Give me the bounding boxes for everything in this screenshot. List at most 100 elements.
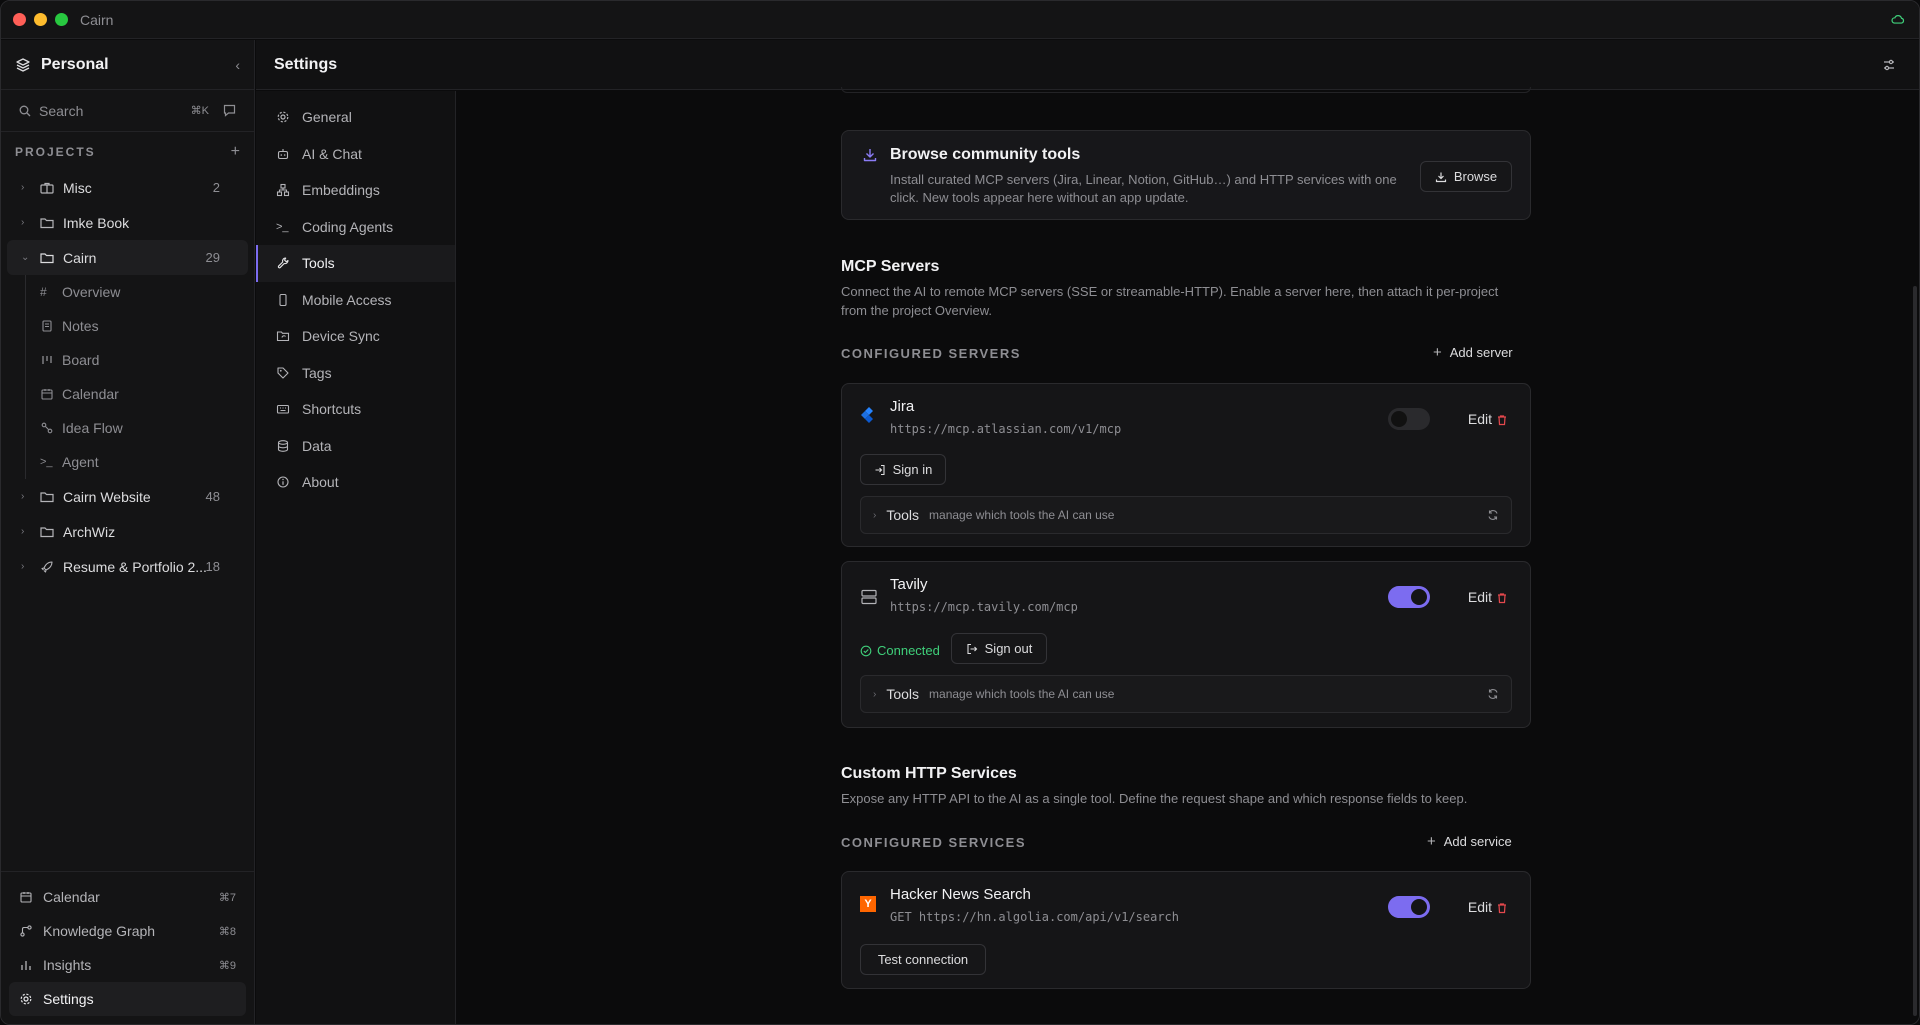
subpage-board[interactable]: Board bbox=[26, 343, 254, 377]
nav-label: Device Sync bbox=[302, 328, 380, 345]
project-cairn[interactable]: ⌄ Cairn 29 bbox=[7, 240, 248, 275]
settings-nav-mobile-access[interactable]: Mobile Access bbox=[256, 282, 455, 319]
subpage-label: Notes bbox=[62, 318, 99, 334]
download-icon bbox=[863, 149, 877, 162]
plus-icon: + bbox=[1427, 833, 1436, 850]
page-title: Settings bbox=[274, 55, 338, 73]
settings-nav-tools[interactable]: Tools bbox=[256, 245, 455, 282]
nav-label: Settings bbox=[43, 991, 94, 1007]
chevron-right-icon[interactable]: › bbox=[21, 561, 31, 572]
settings-nav-data[interactable]: Data bbox=[256, 428, 455, 465]
browse-button[interactable]: Browse bbox=[1420, 161, 1512, 192]
edit-button[interactable]: Edit bbox=[1468, 411, 1492, 427]
settings-nav-about[interactable]: About bbox=[256, 464, 455, 501]
edit-button[interactable]: Edit bbox=[1468, 899, 1492, 915]
tools-expander[interactable]: › Tools manage which tools the AI can us… bbox=[860, 675, 1512, 713]
sign-out-label: Sign out bbox=[984, 641, 1033, 656]
add-service-button[interactable]: + Add service bbox=[1427, 833, 1512, 850]
keyboard-icon bbox=[276, 405, 290, 414]
sign-out-button[interactable]: Sign out bbox=[951, 633, 1047, 664]
settings-header: Settings bbox=[256, 40, 1919, 90]
project-count: 29 bbox=[205, 250, 220, 265]
nav-settings[interactable]: Settings bbox=[9, 982, 246, 1016]
server-enabled-toggle[interactable] bbox=[1388, 408, 1430, 430]
server-name: Jira bbox=[890, 398, 915, 415]
project-archwiz[interactable]: › ArchWiz bbox=[7, 514, 248, 549]
add-service-label: Add service bbox=[1443, 834, 1512, 849]
subpage-agent[interactable]: >_ Agent bbox=[26, 445, 254, 479]
connection-status: Connected bbox=[860, 643, 940, 658]
hash-icon: # bbox=[40, 285, 47, 299]
projects-label: PROJECTS bbox=[15, 145, 96, 159]
add-server-button[interactable]: + Add server bbox=[1433, 344, 1513, 361]
chevron-down-icon[interactable]: ⌄ bbox=[21, 252, 31, 263]
sign-in-button[interactable]: Sign in bbox=[860, 454, 946, 485]
chat-icon[interactable] bbox=[223, 104, 236, 117]
settings-nav-device-sync[interactable]: Device Sync bbox=[256, 318, 455, 355]
subpage-calendar[interactable]: Calendar bbox=[26, 377, 254, 411]
window-controls bbox=[13, 13, 68, 26]
settings-nav-shortcuts[interactable]: Shortcuts bbox=[256, 391, 455, 428]
refresh-icon[interactable] bbox=[1487, 688, 1499, 700]
folder-sync-icon bbox=[276, 331, 290, 342]
nav-knowledge-graph[interactable]: Knowledge Graph ⌘8 bbox=[9, 914, 246, 948]
refresh-icon[interactable] bbox=[1487, 509, 1499, 521]
service-enabled-toggle[interactable] bbox=[1388, 896, 1430, 918]
browse-community-tools-card: Browse community tools Install curated M… bbox=[841, 130, 1531, 220]
nav-calendar[interactable]: Calendar ⌘7 bbox=[9, 880, 246, 914]
project-name: Misc bbox=[63, 179, 92, 196]
subpage-label: Agent bbox=[62, 454, 99, 470]
nav-shortcut: ⌘7 bbox=[218, 891, 236, 904]
nav-label: AI & Chat bbox=[302, 145, 362, 162]
search-bar[interactable]: Search ⌘K bbox=[1, 90, 254, 132]
settings-nav-coding-agents[interactable]: >_ Coding Agents bbox=[256, 209, 455, 246]
chevron-right-icon[interactable]: › bbox=[21, 217, 31, 228]
nav-insights[interactable]: Insights ⌘9 bbox=[9, 948, 246, 982]
scrollbar[interactable] bbox=[1913, 286, 1917, 1016]
nav-shortcut: ⌘9 bbox=[218, 959, 236, 972]
trash-icon[interactable] bbox=[1496, 414, 1508, 426]
trash-icon[interactable] bbox=[1496, 592, 1508, 604]
project-resume-portfolio[interactable]: › Resume & Portfolio 2... 18 bbox=[7, 549, 248, 584]
cloud-sync-icon[interactable] bbox=[1891, 13, 1905, 27]
chevron-right-icon[interactable]: › bbox=[21, 182, 31, 193]
workspace-header[interactable]: Personal ‹ bbox=[1, 40, 254, 90]
trash-icon[interactable] bbox=[1496, 902, 1508, 914]
briefcase-icon bbox=[40, 182, 54, 194]
flow-icon bbox=[41, 422, 53, 434]
subpage-notes[interactable]: Notes bbox=[26, 309, 254, 343]
subpage-label: Overview bbox=[62, 284, 121, 300]
maximize-window-button[interactable] bbox=[55, 13, 68, 26]
info-icon bbox=[277, 476, 289, 488]
subpage-overview[interactable]: # Overview bbox=[26, 275, 254, 309]
server-enabled-toggle[interactable] bbox=[1388, 586, 1430, 608]
settings-nav-tags[interactable]: Tags bbox=[256, 355, 455, 392]
add-project-icon[interactable]: + bbox=[231, 143, 240, 161]
service-method: GET bbox=[890, 910, 912, 924]
chevron-right-icon[interactable]: › bbox=[21, 526, 31, 537]
rocket-icon bbox=[41, 560, 53, 573]
nav-label: General bbox=[302, 109, 352, 126]
sign-in-icon bbox=[875, 464, 885, 475]
settings-nav-embeddings[interactable]: Embeddings bbox=[256, 172, 455, 209]
chevron-right-icon[interactable]: › bbox=[21, 491, 31, 502]
project-cairn-website[interactable]: › Cairn Website 48 bbox=[7, 479, 248, 514]
project-imke-book[interactable]: › Imke Book bbox=[7, 205, 248, 240]
sliders-icon[interactable] bbox=[1881, 57, 1897, 73]
chevron-right-icon: › bbox=[873, 509, 877, 521]
close-window-button[interactable] bbox=[13, 13, 26, 26]
collapse-sidebar-icon[interactable]: ‹ bbox=[235, 57, 240, 73]
project-count: 18 bbox=[205, 559, 220, 574]
settings-nav-general[interactable]: General bbox=[256, 99, 455, 136]
subpage-idea-flow[interactable]: Idea Flow bbox=[26, 411, 254, 445]
minimize-window-button[interactable] bbox=[34, 13, 47, 26]
nav-label: Mobile Access bbox=[302, 291, 392, 308]
phone-icon bbox=[279, 293, 287, 306]
tools-expander[interactable]: › Tools manage which tools the AI can us… bbox=[860, 496, 1512, 534]
folder-icon bbox=[40, 252, 54, 263]
projects-header: PROJECTS + bbox=[1, 134, 254, 170]
test-connection-button[interactable]: Test connection bbox=[860, 944, 986, 975]
project-misc[interactable]: › Misc 2 bbox=[7, 170, 248, 205]
edit-button[interactable]: Edit bbox=[1468, 589, 1492, 605]
settings-nav-ai-chat[interactable]: AI & Chat bbox=[256, 136, 455, 173]
